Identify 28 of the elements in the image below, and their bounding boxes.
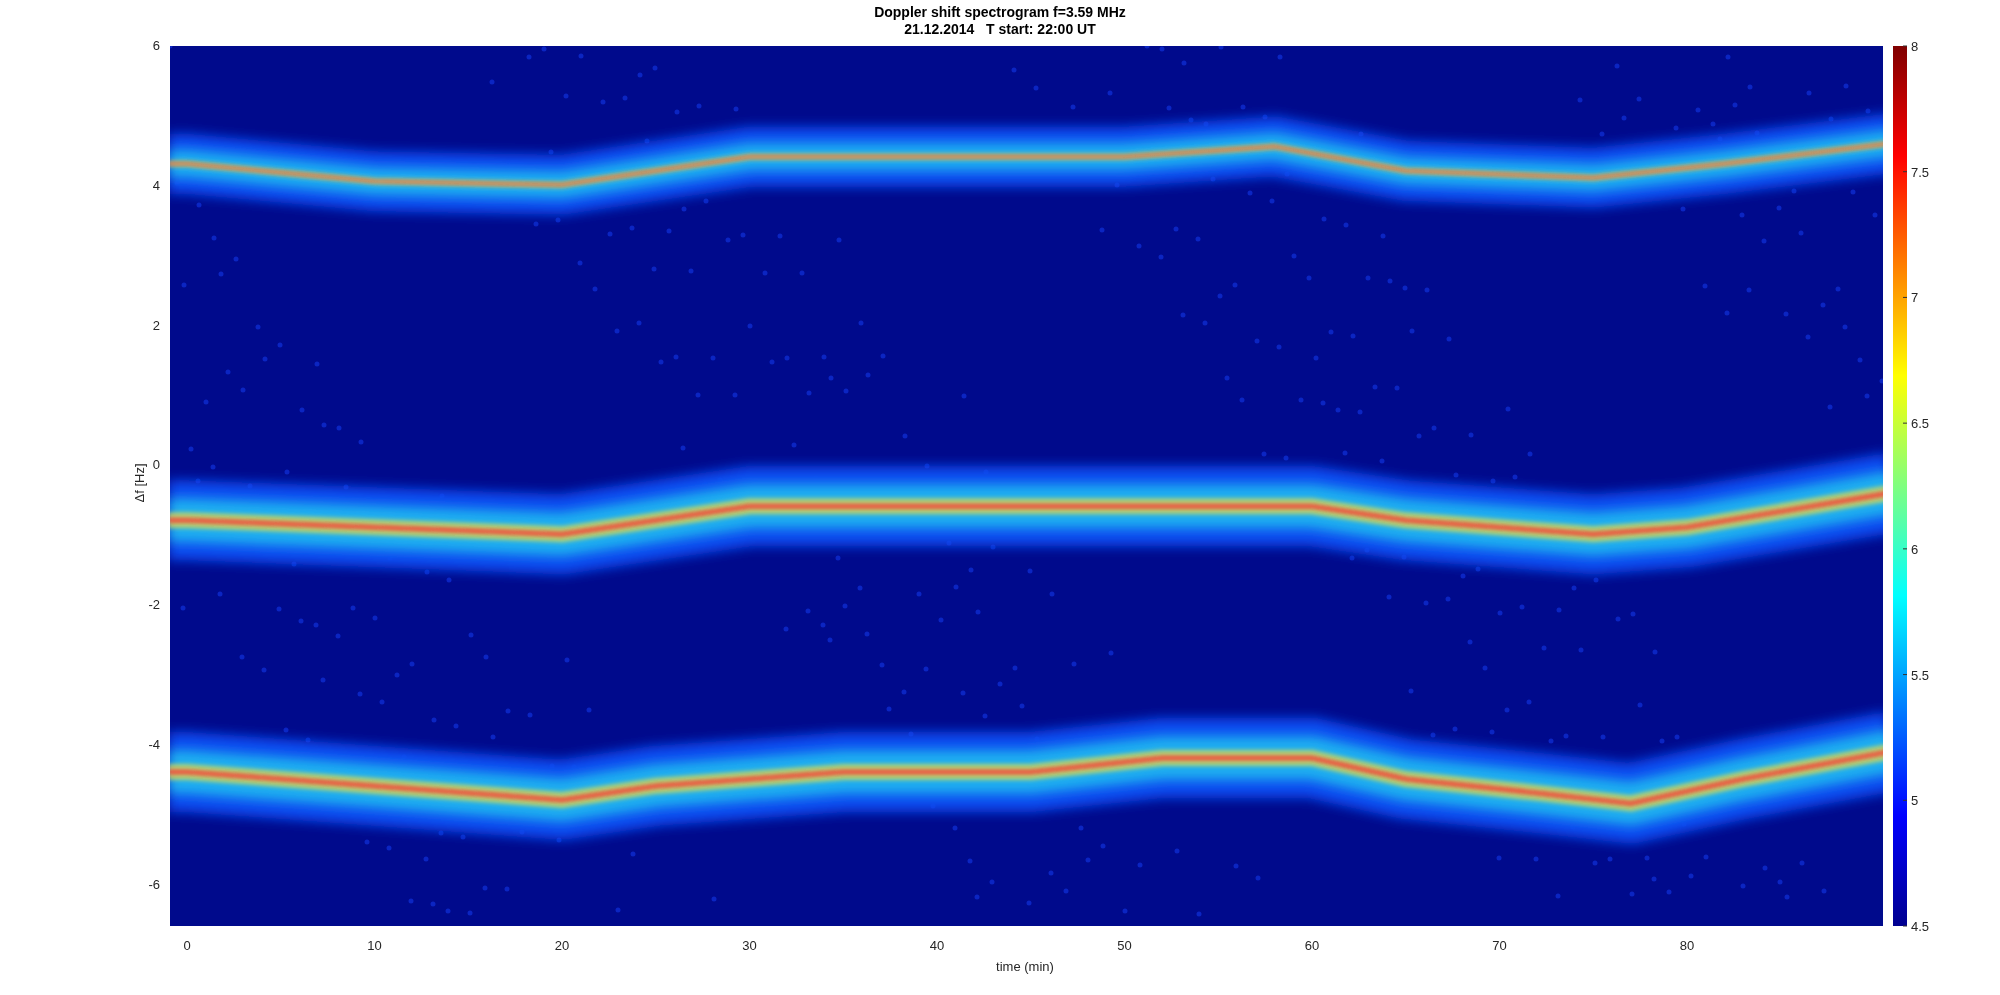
x-tick-label: 10 <box>367 938 382 953</box>
y-tick-label: 2 <box>152 317 160 333</box>
x-tick-label: 40 <box>929 938 945 953</box>
x-tick-label: 70 <box>1492 938 1507 953</box>
chart-title: Doppler shift spectrogram f=3.59 MHz <box>874 4 1126 20</box>
y-axis-label: Δf [Hz] <box>132 463 147 503</box>
colorbar-tick-label: 5 <box>1911 793 1919 809</box>
colorbar-tick-label: 5.5 <box>1911 667 1930 683</box>
colorbar-tick-label: 6.5 <box>1911 416 1930 432</box>
x-tick-label: 20 <box>554 938 570 953</box>
x-tick-label: 80 <box>1679 938 1695 953</box>
y-tick-label: -2 <box>148 597 160 613</box>
y-tick-label: -6 <box>148 876 160 892</box>
colorbar-tick-label: 8 <box>1911 39 1919 54</box>
y-tick-label: 4 <box>152 177 160 193</box>
colorbar-tick-label: 7.5 <box>1911 164 1930 180</box>
x-tick-label: 50 <box>1117 938 1132 953</box>
x-axis-label: time (min) <box>996 959 1054 974</box>
x-tick-label: 0 <box>183 938 191 953</box>
x-tick-label: 30 <box>742 938 757 953</box>
y-tick-label: 0 <box>152 457 160 473</box>
chart-title: 21.12.2014 T start: 22:00 UT <box>904 21 1096 37</box>
y-tick-label: -4 <box>148 737 160 752</box>
colorbar-tick-label: 6 <box>1911 541 1919 557</box>
x-tick-label: 60 <box>1304 938 1320 953</box>
colorbar-tick-label: 7 <box>1911 290 1919 306</box>
y-tick-label: 6 <box>152 38 160 53</box>
colorbar-tick-label: 4.5 <box>1911 919 1930 934</box>
